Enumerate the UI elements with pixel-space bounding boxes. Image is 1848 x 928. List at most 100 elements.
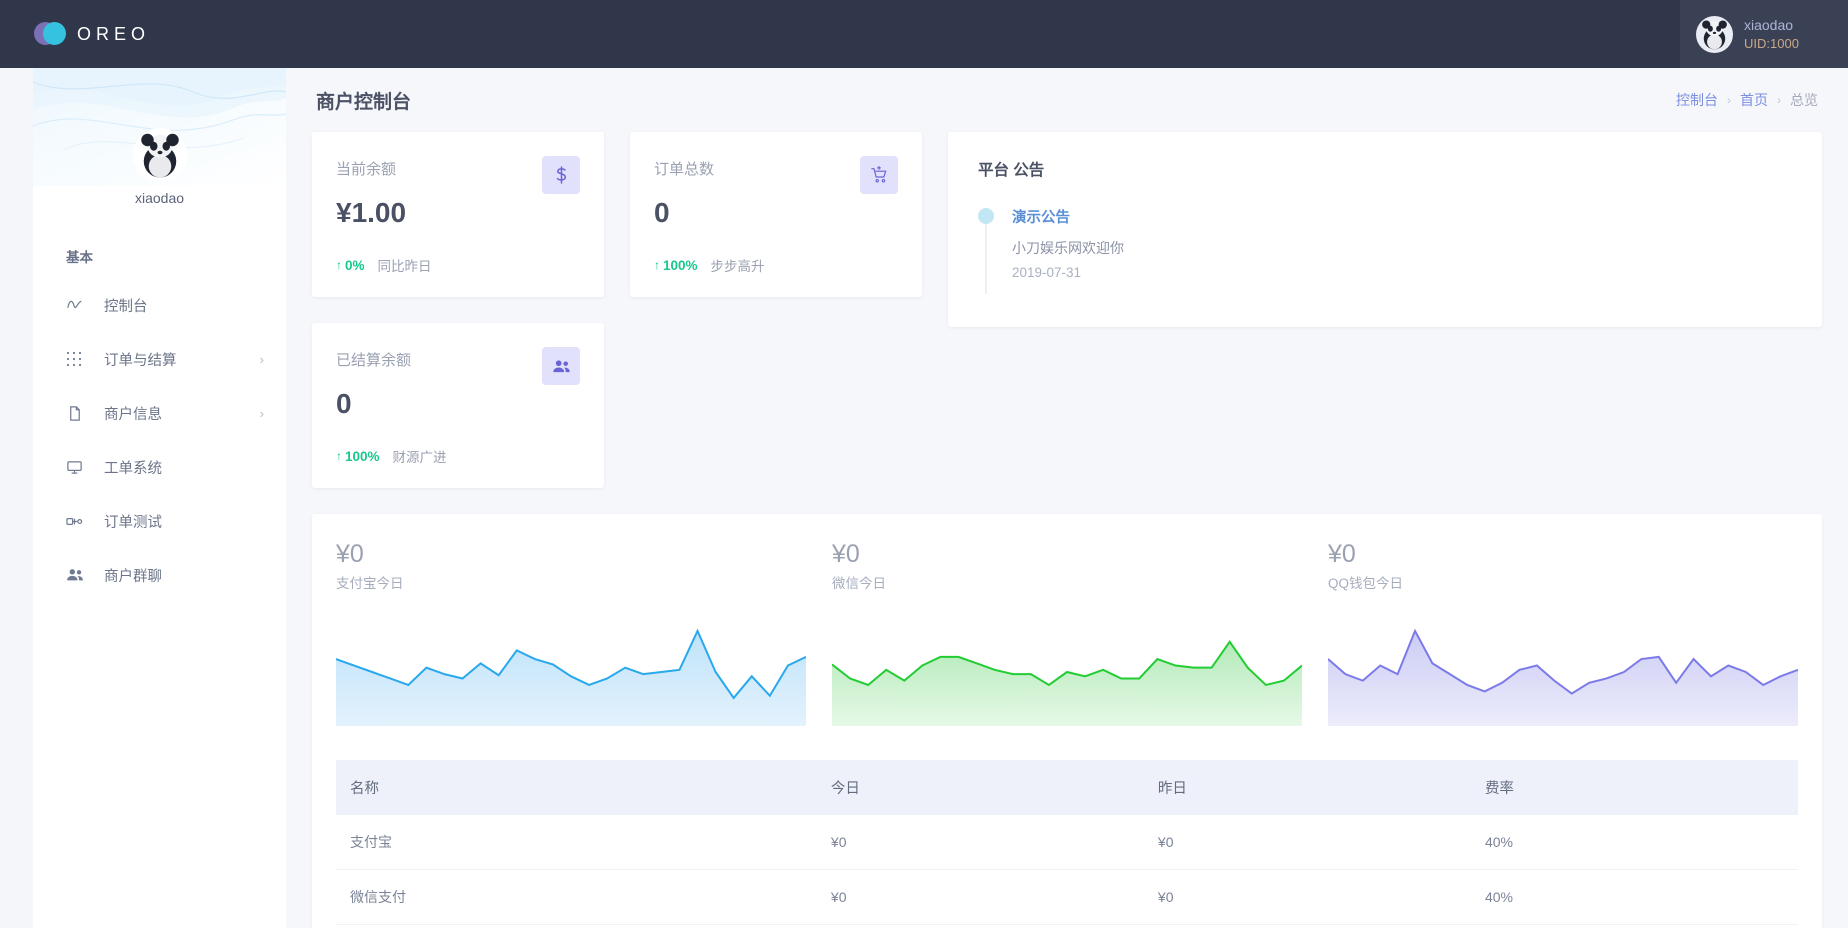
chart-alipay-today: ¥0 支付宝今日 (336, 540, 806, 726)
timeline-dot-icon (978, 208, 994, 224)
sidebar-item-label: 工单系统 (104, 457, 264, 478)
user-menu[interactable]: xiaodao UID:1000 (1680, 0, 1848, 68)
dollar-icon (542, 156, 580, 194)
sidebar-item-merchant-info[interactable]: 商户信息 › (33, 386, 286, 440)
stat-note: 同比昨日 (378, 255, 432, 275)
chart-amount: ¥0 (832, 540, 1302, 569)
area-chart-alipay (336, 618, 806, 726)
page-title: 商户控制台 (316, 87, 411, 114)
sidebar-item-label: 订单与结算 (104, 349, 260, 370)
arrow-up-icon: ↑ (336, 258, 342, 272)
table-header-cell: 今日 (817, 760, 1144, 815)
breadcrumb: 控制台 › 首页 › 总览 (1676, 90, 1818, 110)
stat-delta: ↑ 100% (654, 258, 698, 273)
brand-name: OREO (77, 24, 150, 45)
table-header-cell: 昨日 (1144, 760, 1471, 815)
file-icon (66, 404, 88, 422)
announcement-link[interactable]: 演示公告 (1012, 206, 1792, 227)
charts-row: ¥0 支付宝今日 ¥0 微信今日 ¥0 QQ钱包今日 (336, 540, 1798, 726)
stat-delta-value: 100% (663, 258, 698, 273)
sidebar-item-label: 商户信息 (104, 403, 260, 424)
announcement-description: 小刀娱乐网欢迎你 (1012, 238, 1792, 258)
users-icon (542, 347, 580, 385)
sidebar-item-order-test[interactable]: 订单测试 (33, 494, 286, 548)
page-header: 商户控制台 控制台 › 首页 › 总览 (312, 68, 1822, 132)
avatar (1696, 16, 1733, 53)
table-row: 微信支付 ¥0 ¥0 40% (336, 870, 1798, 925)
sidebar-section-label: 基本 (33, 246, 286, 266)
table-row: 支付宝 ¥0 ¥0 40% (336, 815, 1798, 870)
stat-note: 步步高升 (711, 255, 765, 275)
stat-delta-value: 100% (345, 449, 380, 464)
cell-yesterday: ¥0 (1144, 870, 1471, 925)
stat-value: 0 (336, 388, 580, 420)
cell-today: ¥0 (817, 815, 1144, 870)
stat-delta-value: 0% (345, 258, 365, 273)
cell-rate: 40% (1471, 925, 1798, 928)
top-bar: OREO xiaodao UID:1000 (0, 0, 1848, 68)
overview-row: 当前余额 ¥1.00 ↑ 0% 同比昨日 (312, 132, 1822, 488)
announcement-date: 2019-07-31 (1012, 265, 1792, 280)
oreo-logo-icon (34, 22, 66, 46)
breadcrumb-link-console[interactable]: 控制台 (1676, 90, 1718, 110)
area-chart-qq (1328, 618, 1798, 726)
cart-icon (860, 156, 898, 194)
table-row: QQ钱包 ¥0 ¥0 40% (336, 925, 1798, 928)
stat-footer: ↑ 100% 步步高升 (654, 255, 898, 275)
stat-footer: ↑ 100% 财源广进 (336, 446, 580, 466)
stat-value: 0 (654, 197, 898, 229)
sidebar-item-dashboard[interactable]: 控制台 (33, 278, 286, 332)
sidebar-item-ticket-system[interactable]: 工单系统 (33, 440, 286, 494)
sidebar-item-merchant-group-chat[interactable]: 商户群聊 (33, 548, 286, 602)
stat-footer: ↑ 0% 同比昨日 (336, 255, 580, 275)
chevron-right-icon: › (1777, 93, 1781, 107)
stat-value: ¥1.00 (336, 197, 580, 229)
chart-amount: ¥0 (336, 540, 806, 569)
platform-announcement-card: 平台 公告 演示公告 小刀娱乐网欢迎你 2019-07-31 (948, 132, 1822, 327)
brand-logo[interactable]: OREO (34, 22, 150, 46)
timeline-line (985, 222, 987, 294)
sidebar-nav: 控制台 订单与结算 › 商户信息 › (33, 278, 286, 602)
sidebar-item-label: 控制台 (104, 295, 264, 316)
stat-card-total-orders: 订单总数 0 ↑ 100% 步步高升 (630, 132, 922, 297)
stat-delta: ↑ 0% (336, 258, 365, 273)
breadcrumb-current: 总览 (1790, 90, 1818, 110)
sidebar-item-orders-settlement[interactable]: 订单与结算 › (33, 332, 286, 386)
grid-icon (66, 350, 88, 368)
user-uid: UID:1000 (1744, 35, 1799, 53)
chevron-right-icon: › (260, 406, 264, 421)
chevron-right-icon: › (1727, 93, 1731, 107)
cell-yesterday: ¥0 (1144, 925, 1471, 928)
sidebar-item-label: 订单测试 (104, 511, 264, 532)
chart-caption: 支付宝今日 (336, 572, 806, 592)
cell-today: ¥0 (817, 870, 1144, 925)
payments-panel: ¥0 支付宝今日 ¥0 微信今日 ¥0 QQ钱包今日 名称 今日 昨日 (312, 514, 1822, 928)
chart-wechat-today: ¥0 微信今日 (832, 540, 1302, 726)
cell-today: ¥0 (817, 925, 1144, 928)
stat-card-current-balance: 当前余额 ¥1.00 ↑ 0% 同比昨日 (312, 132, 604, 297)
sidebar-profile: xiaodao (33, 128, 286, 206)
flow-icon (66, 512, 88, 530)
area-chart-wechat (832, 618, 1302, 726)
breadcrumb-link-home[interactable]: 首页 (1740, 90, 1768, 110)
announcement-timeline: 演示公告 小刀娱乐网欢迎你 2019-07-31 (978, 206, 1792, 280)
table-header-cell: 名称 (336, 760, 817, 815)
chart-amount: ¥0 (1328, 540, 1798, 569)
users-icon (66, 566, 88, 584)
cell-yesterday: ¥0 (1144, 815, 1471, 870)
stat-card-settled-balance: 已结算余额 0 ↑ 100% 财源广进 (312, 323, 604, 488)
table-header-row: 名称 今日 昨日 费率 (336, 760, 1798, 815)
chart-caption: QQ钱包今日 (1328, 572, 1798, 592)
activity-icon (66, 296, 88, 314)
table-header-cell: 费率 (1471, 760, 1798, 815)
cell-rate: 40% (1471, 815, 1798, 870)
arrow-up-icon: ↑ (336, 449, 342, 463)
sidebar: xiaodao 基本 控制台 订单与结算 › (33, 68, 286, 928)
payment-methods-table: 名称 今日 昨日 费率 支付宝 ¥0 ¥0 40% 微信支付 ¥0 ¥0 40% (336, 760, 1798, 928)
stat-cards-row-1: 当前余额 ¥1.00 ↑ 0% 同比昨日 (312, 132, 922, 297)
main-content: 商户控制台 控制台 › 首页 › 总览 当前余额 ¥1.00 (286, 68, 1848, 928)
cell-name: 微信支付 (336, 870, 817, 925)
cell-name: 支付宝 (336, 815, 817, 870)
stat-cards-row-2: 已结算余额 0 ↑ 100% 财源广进 (312, 323, 922, 488)
stat-note: 财源广进 (393, 446, 447, 466)
